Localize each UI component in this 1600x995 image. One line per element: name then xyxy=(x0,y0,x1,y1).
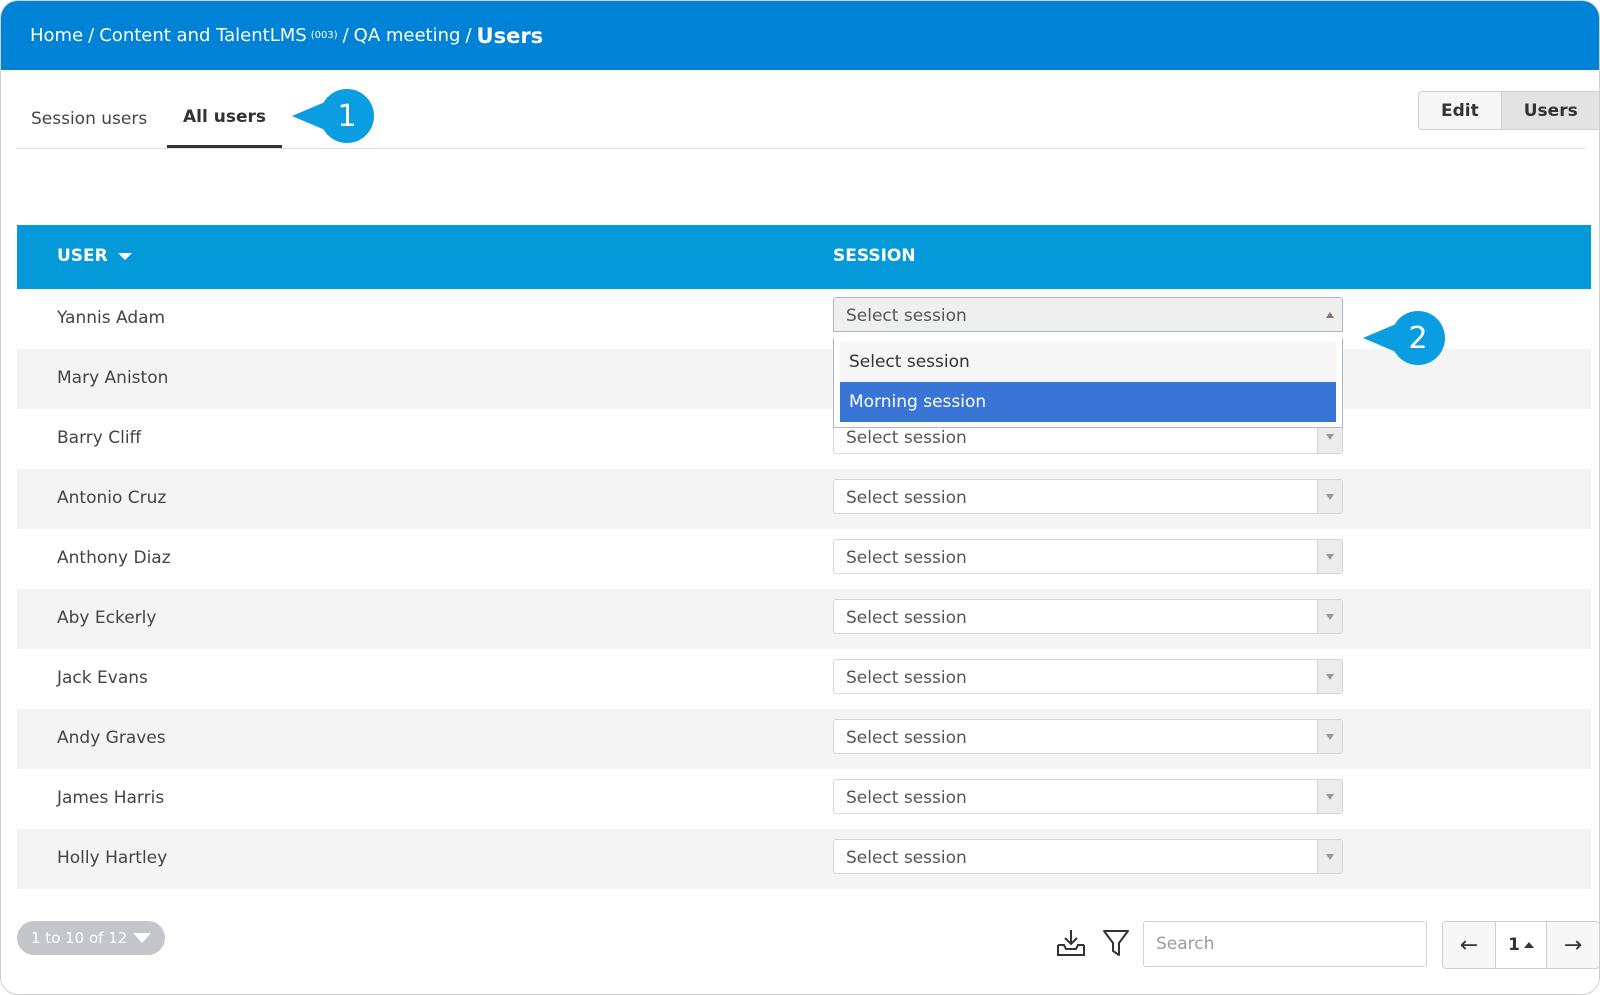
chevron-up-icon xyxy=(1317,298,1342,331)
session-select[interactable]: Select session xyxy=(833,779,1343,814)
user-name: Andy Graves xyxy=(57,728,166,748)
chevron-down-icon xyxy=(1317,600,1342,633)
user-name: Yannis Adam xyxy=(57,308,166,328)
caret-up-icon xyxy=(1523,942,1534,948)
user-name: Jack Evans xyxy=(57,668,148,688)
session-select[interactable]: Select session xyxy=(833,659,1343,694)
session-dropdown-menu: Select session Morning session xyxy=(833,338,1343,428)
record-count: 1 to 10 of 12 xyxy=(31,929,128,947)
dropdown-option-morning-session[interactable]: Morning session xyxy=(840,382,1336,422)
callout-2: 2 xyxy=(1363,311,1445,365)
callout-number: 2 xyxy=(1391,311,1445,365)
user-name: Holly Hartley xyxy=(57,848,168,868)
breadcrumb-separator: / xyxy=(465,25,472,46)
table-row: Jack Evans Select session xyxy=(17,649,1591,709)
column-header-user[interactable]: USER xyxy=(57,246,132,266)
session-select-value: Select session xyxy=(846,488,967,508)
search-input[interactable] xyxy=(1143,921,1427,967)
breadcrumb-separator: / xyxy=(88,25,95,46)
breadcrumb-unit[interactable]: QA meeting xyxy=(354,25,461,46)
caret-down-icon xyxy=(133,933,152,943)
edit-button[interactable]: Edit xyxy=(1419,92,1501,129)
chevron-down-icon xyxy=(1317,780,1342,813)
session-select[interactable]: Select session xyxy=(833,479,1343,514)
next-page-button[interactable]: → xyxy=(1547,922,1599,968)
table-row: Antonio Cruz Select session xyxy=(17,469,1591,529)
table-row: Aby Eckerly Select session xyxy=(17,589,1591,649)
session-select[interactable]: Select session xyxy=(833,719,1343,754)
chevron-down-icon xyxy=(1317,720,1342,753)
table-row: Holly Hartley Select session xyxy=(17,829,1591,889)
page-size-selector[interactable]: 1 to 10 of 12 xyxy=(17,921,166,955)
view-toggle: Edit Users xyxy=(1418,91,1599,130)
user-name: Anthony Diaz xyxy=(57,548,171,568)
dropdown-option-select-session[interactable]: Select session xyxy=(840,342,1336,382)
sort-caret-icon xyxy=(117,252,132,260)
table-header: USER SESSION xyxy=(17,225,1591,289)
user-name: Mary Aniston xyxy=(57,368,169,388)
session-select-value: Select session xyxy=(846,608,967,628)
chevron-down-icon xyxy=(1317,660,1342,693)
user-name: Barry Cliff xyxy=(57,428,142,448)
table-row: Andy Graves Select session xyxy=(17,709,1591,769)
breadcrumb: Home / Content and TalentLMS (003) / QA … xyxy=(1,1,1599,70)
breadcrumb-current: Users xyxy=(476,23,544,48)
session-select[interactable]: Select session xyxy=(833,599,1343,634)
filter-icon[interactable] xyxy=(1099,926,1133,960)
session-select-value: Select session xyxy=(846,728,967,748)
app-window: Home / Content and TalentLMS (003) / QA … xyxy=(0,0,1600,995)
user-name: James Harris xyxy=(57,788,165,808)
page-selector[interactable]: 1 xyxy=(1495,922,1547,968)
table-row: Barry Cliff Select session xyxy=(17,409,1591,469)
users-button[interactable]: Users xyxy=(1500,92,1599,129)
column-header-session: SESSION xyxy=(833,246,916,266)
session-select[interactable]: Select session xyxy=(833,297,1343,332)
session-select-value: Select session xyxy=(846,548,967,568)
chevron-down-icon xyxy=(1317,840,1342,873)
session-select-value: Select session xyxy=(846,788,967,808)
user-name: Aby Eckerly xyxy=(57,608,157,628)
column-header-user-label: USER xyxy=(57,246,108,266)
callout-1: 1 xyxy=(292,89,374,143)
tab-all-users[interactable]: All users xyxy=(167,89,282,148)
session-select[interactable]: Select session xyxy=(833,539,1343,574)
table-row: Anthony Diaz Select session xyxy=(17,529,1591,589)
current-page: 1 xyxy=(1508,935,1520,955)
table-row: James Harris Select session xyxy=(17,769,1591,829)
session-select[interactable]: Select session xyxy=(833,839,1343,874)
chevron-down-icon xyxy=(1317,480,1342,513)
session-select-value: Select session xyxy=(846,848,967,868)
table-row: Yannis Adam Select session xyxy=(17,289,1591,349)
table-row: Mary Aniston xyxy=(17,349,1591,409)
breadcrumb-home[interactable]: Home xyxy=(30,25,83,46)
pagination: ← 1 → xyxy=(1442,921,1599,969)
tab-bar: Session users All users xyxy=(16,89,1586,149)
callout-number: 1 xyxy=(320,89,374,143)
chevron-down-icon xyxy=(1317,540,1342,573)
breadcrumb-course[interactable]: Content and TalentLMS xyxy=(99,25,306,46)
user-name: Antonio Cruz xyxy=(57,488,167,508)
prev-page-button[interactable]: ← xyxy=(1443,922,1495,968)
download-icon[interactable] xyxy=(1054,926,1088,960)
session-select-value: Select session xyxy=(846,428,967,448)
session-select-value: Select session xyxy=(846,668,967,688)
breadcrumb-separator: / xyxy=(342,25,349,46)
tab-session-users[interactable]: Session users xyxy=(31,89,147,148)
session-select-value: Select session xyxy=(846,306,967,326)
breadcrumb-course-code: (003) xyxy=(310,30,338,41)
